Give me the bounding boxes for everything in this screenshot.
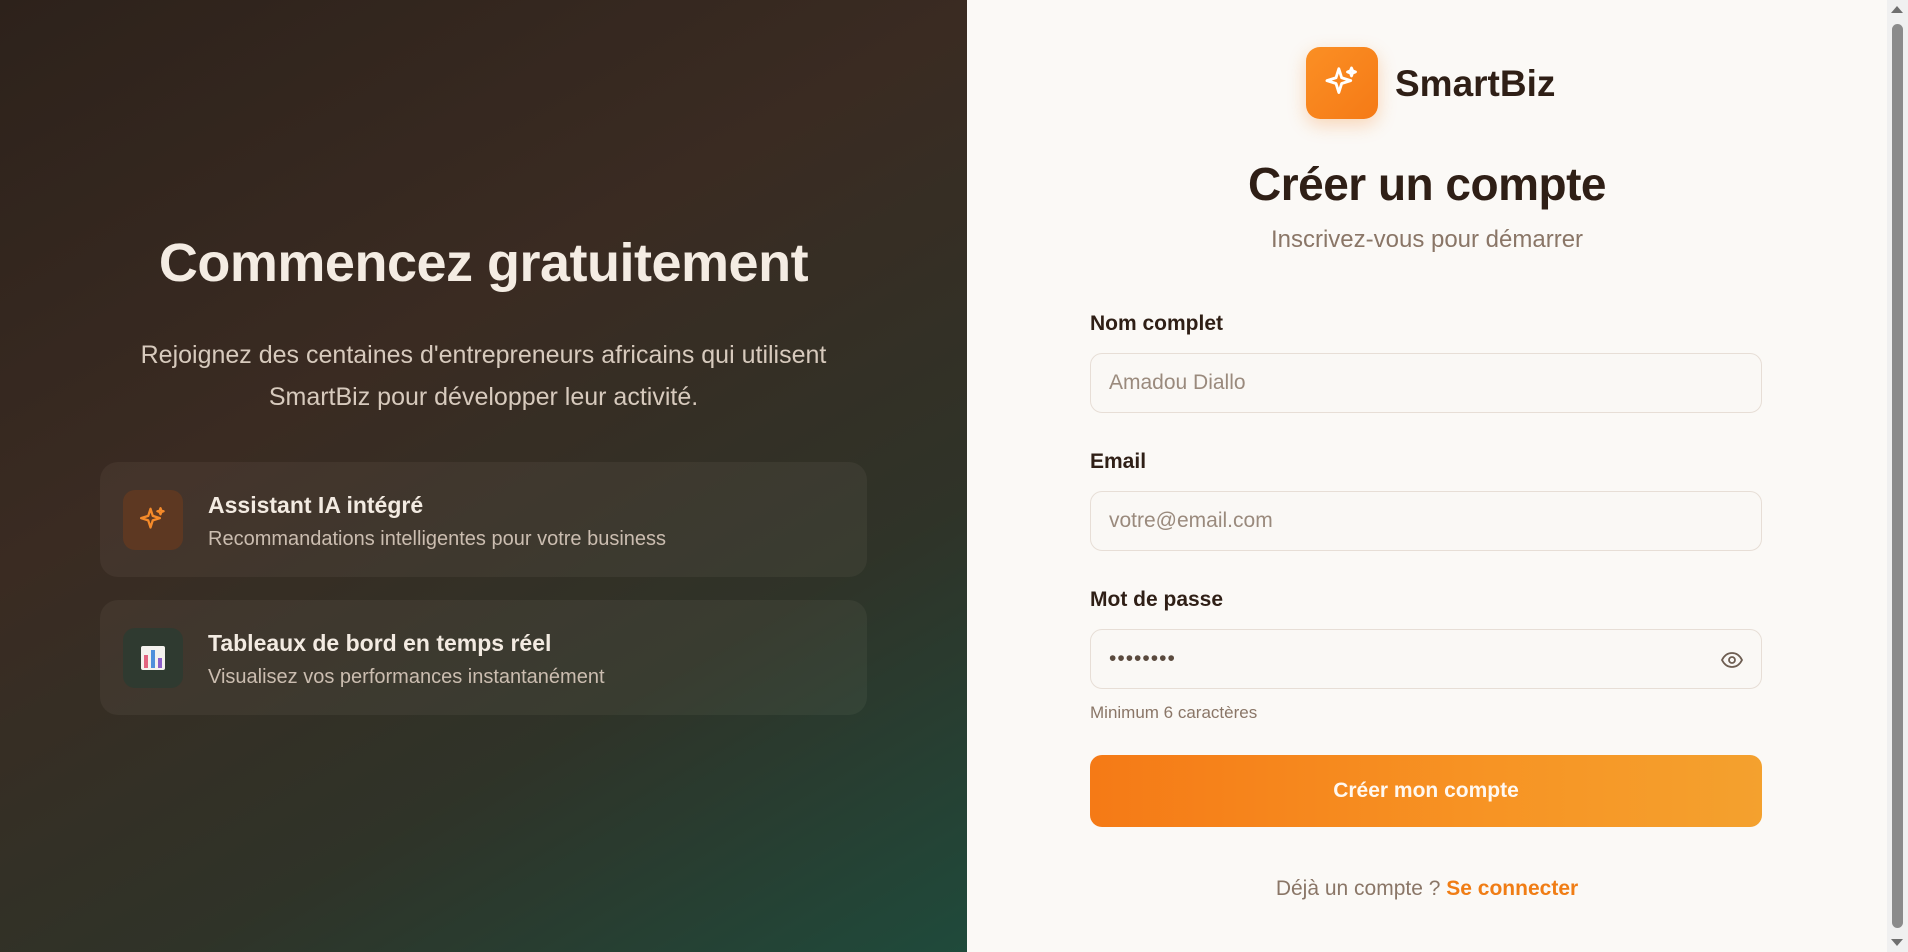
form-title: Créer un compte <box>1247 158 1607 210</box>
password-field-container <box>1090 629 1762 689</box>
email-field-container <box>1090 491 1762 551</box>
feature-title: Tableaux de bord en temps réel <box>208 630 552 656</box>
password-input[interactable] <box>1091 630 1761 688</box>
feature-card-ai-assistant: Assistant IA intégré Recommandations int… <box>100 462 867 577</box>
signup-panel: SmartBiz Créer un compte Inscrivez-vous … <box>967 0 1887 952</box>
form-subtitle: Inscrivez-vous pour démarrer <box>1270 226 1584 253</box>
eye-icon[interactable] <box>1719 647 1745 673</box>
scrollbar-thumb[interactable] <box>1892 24 1903 928</box>
hero-title: Commencez gratuitement <box>158 233 809 293</box>
name-label: Nom complet <box>1090 312 1224 335</box>
name-input[interactable] <box>1091 354 1761 412</box>
feature-title: Assistant IA intégré <box>208 492 424 518</box>
name-field-container <box>1090 353 1762 413</box>
hero-subtitle-line-1: Rejoignez des centaines d'entrepreneurs … <box>140 341 827 369</box>
hero-subtitle: Rejoignez des centaines d'entrepreneurs … <box>100 334 867 418</box>
bar-chart-icon <box>123 628 183 688</box>
feature-description: Recommandations intelligentes pour votre… <box>208 528 667 550</box>
brand-logo <box>1306 47 1378 119</box>
hero-subtitle-line-2: SmartBiz pour développer leur activité. <box>268 383 699 411</box>
sparkles-icon <box>1325 66 1357 94</box>
login-link[interactable]: Se connecter <box>1446 877 1578 900</box>
scroll-up-arrow-icon[interactable] <box>1891 6 1903 13</box>
brand-name: SmartBiz <box>1395 63 1556 104</box>
feature-card-dashboards: Tableaux de bord en temps réel Visualise… <box>100 600 867 715</box>
login-prompt: Déjà un compte ? Se connecter <box>967 877 1887 901</box>
password-label: Mot de passe <box>1090 588 1224 611</box>
create-account-button[interactable]: Créer mon compte <box>1090 755 1762 827</box>
email-label: Email <box>1090 450 1147 473</box>
scrollbar[interactable] <box>1887 0 1908 952</box>
feature-description: Visualisez vos performances instantanéme… <box>208 666 605 688</box>
sparkles-icon <box>123 490 183 550</box>
email-input[interactable] <box>1091 492 1761 550</box>
hero-panel: Commencez gratuitement Rejoignez des cen… <box>0 0 967 952</box>
password-hint: Minimum 6 caractères <box>1090 703 1258 722</box>
login-prompt-text: Déjà un compte ? <box>1275 877 1441 900</box>
scroll-down-arrow-icon[interactable] <box>1891 939 1903 946</box>
